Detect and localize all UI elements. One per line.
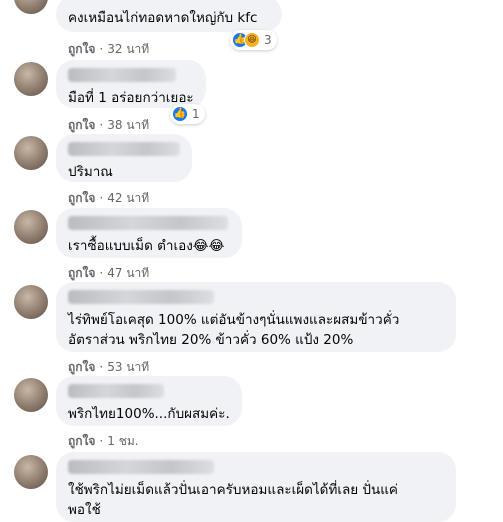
timestamp[interactable]: 47 นาที	[107, 266, 149, 280]
comment-text: พริกไทย100%...กับผสมค่ะ.	[68, 406, 230, 422]
commenter-name-redacted[interactable]	[68, 384, 164, 398]
separator: ·	[99, 191, 104, 205]
timestamp[interactable]: 38 นาที	[107, 118, 149, 132]
comment-bubble: พริกไทย100%...กับผสมค่ะ.	[56, 376, 242, 426]
comment-meta: ถูกใจ · 53 นาที	[68, 358, 149, 377]
comment-text: ใช้พริกไม่ยเม็ดแล้วปั่นเอาครับหอมและเผ็ด…	[68, 482, 398, 518]
avatar[interactable]	[14, 136, 48, 170]
reaction-count: 1	[192, 107, 200, 121]
comment-bubble: ปริมาณ	[56, 134, 192, 182]
timestamp[interactable]: 53 นาที	[107, 360, 149, 374]
commenter-name-redacted[interactable]	[68, 68, 176, 82]
timestamp[interactable]: 42 นาที	[107, 191, 149, 205]
separator: ·	[99, 118, 104, 132]
like-link[interactable]: ถูกใจ	[68, 360, 95, 374]
timestamp[interactable]: 1 ชม.	[107, 434, 138, 448]
like-link[interactable]: ถูกใจ	[68, 118, 95, 132]
reaction-count: 3	[264, 33, 272, 47]
comment-bubble: คงเหมือนไก่ทอดหาดใหญ่กับ kfc	[56, 0, 282, 32]
commenter-name-redacted[interactable]	[68, 142, 180, 156]
comment-meta: ถูกใจ · 42 นาที	[68, 189, 149, 208]
separator: ·	[99, 434, 104, 448]
comment-text: คงเหมือนไก่ทอดหาดใหญ่กับ kfc	[68, 10, 258, 26]
comment-text: เราซื้อแบบเม็ด ตำเอง😂😂	[68, 238, 225, 254]
reaction-summary[interactable]: 👍 1	[170, 104, 205, 124]
avatar[interactable]	[14, 455, 48, 489]
comment-meta: ถูกใจ · 1 ชม.	[68, 432, 139, 451]
comment-text: ไร่ทิพย์โอเคสุด 100% แต่อันข้างๆนั่นแพงแ…	[68, 312, 400, 348]
like-link[interactable]: ถูกใจ	[68, 434, 95, 448]
comment-bubble: เราซื้อแบบเม็ด ตำเอง😂😂	[56, 208, 242, 258]
commenter-name-redacted[interactable]	[68, 460, 214, 474]
haha-reaction-icon: 😆	[244, 32, 260, 48]
like-link[interactable]: ถูกใจ	[68, 191, 95, 205]
like-reaction-icon: 👍	[172, 106, 188, 122]
avatar[interactable]	[14, 62, 48, 96]
comment-bubble: มือที่ 1 อร่อยกว่าเยอะ	[56, 60, 206, 108]
comment-text: ปริมาณ	[68, 164, 113, 180]
comment-meta: ถูกใจ · 47 นาที	[68, 264, 149, 283]
timestamp[interactable]: 32 นาที	[107, 42, 149, 56]
avatar[interactable]	[14, 285, 48, 319]
avatar[interactable]	[14, 378, 48, 412]
comment-meta: ถูกใจ · 32 นาที	[68, 40, 149, 59]
avatar[interactable]	[14, 0, 48, 14]
comment-bubble: ใช้พริกไม่ยเม็ดแล้วปั่นเอาครับหอมและเผ็ด…	[56, 452, 456, 522]
separator: ·	[99, 360, 104, 374]
avatar[interactable]	[14, 210, 48, 244]
reaction-summary[interactable]: 👍 😆 3	[230, 30, 277, 50]
comment-meta: ถูกใจ · 38 นาที	[68, 116, 149, 135]
separator: ·	[99, 266, 104, 280]
separator: ·	[99, 42, 104, 56]
commenter-name-redacted[interactable]	[68, 216, 228, 230]
like-link[interactable]: ถูกใจ	[68, 266, 95, 280]
like-link[interactable]: ถูกใจ	[68, 42, 95, 56]
commenter-name-redacted[interactable]	[68, 290, 214, 304]
comment-bubble: ไร่ทิพย์โอเคสุด 100% แต่อันข้างๆนั่นแพงแ…	[56, 282, 456, 352]
